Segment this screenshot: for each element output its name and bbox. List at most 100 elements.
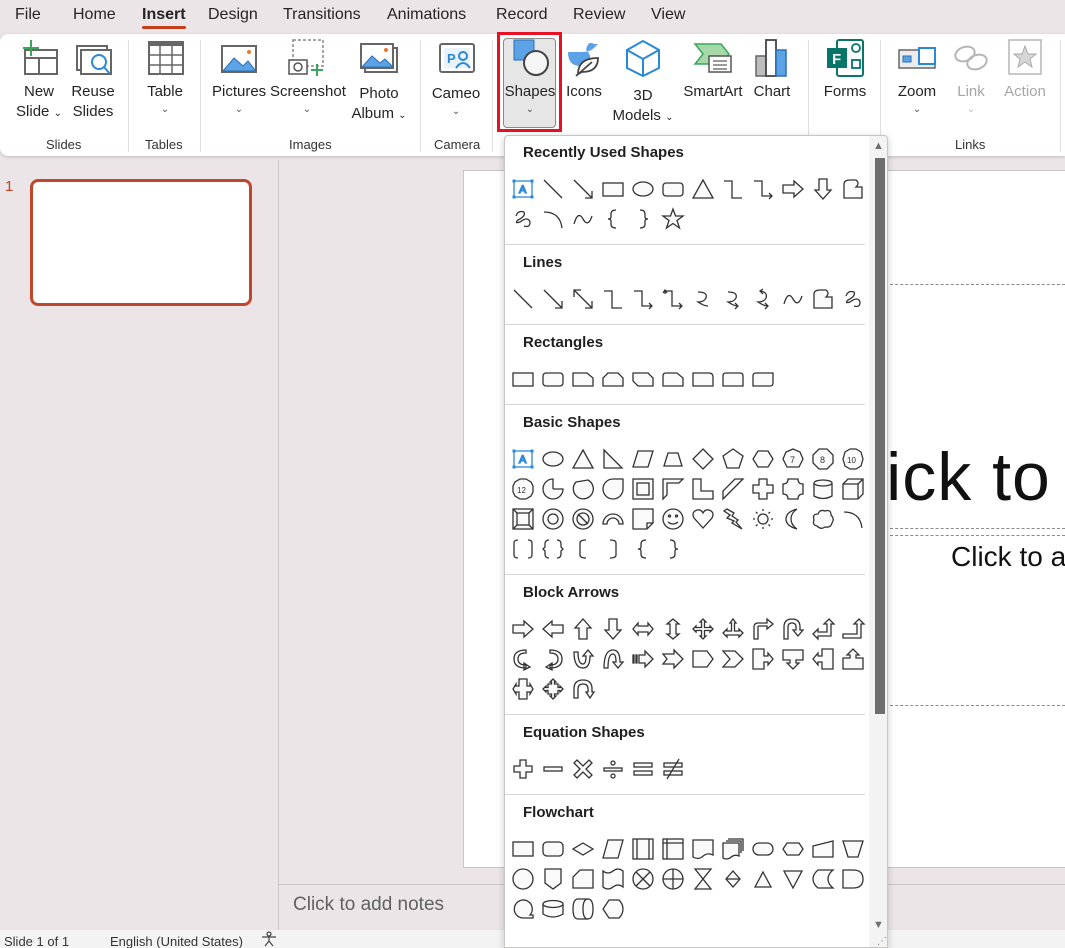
shape-curved-connector[interactable] [688,284,718,314]
shape-sort[interactable] [718,864,748,894]
shape-card[interactable] [568,864,598,894]
shape-multidocument[interactable] [718,834,748,864]
shape-freeform-shape[interactable] [808,284,838,314]
shape-octagon[interactable]: 8 [808,444,838,474]
slide-thumbnail[interactable] [30,179,252,306]
shape-not-equal[interactable] [658,754,688,784]
language-status[interactable]: English (United States) [110,934,243,948]
tab-file[interactable]: File [15,6,41,24]
shape-arc[interactable] [538,204,568,234]
shape-rectangle[interactable] [508,364,538,394]
shape-down-arrow-callout[interactable] [778,644,808,674]
pane-divider[interactable] [278,160,279,930]
shape-magnetic-disk[interactable] [538,894,568,924]
shape-stored-data[interactable] [808,864,838,894]
shape-display[interactable] [598,894,628,924]
shape-left-brace[interactable] [628,534,658,564]
shape-scribble[interactable] [838,284,868,314]
shape-left-up-arrow[interactable] [808,614,838,644]
shape-text-box[interactable]: A [508,174,538,204]
shape-connector[interactable] [508,864,538,894]
shape-decagon[interactable]: 10 [838,444,868,474]
new-slide-button[interactable]: New Slide ⌄ [14,38,64,124]
shape-diamond[interactable] [688,444,718,474]
smartart-button[interactable]: SmartArt [680,38,746,102]
shape-dodecagon[interactable]: 12 [508,474,538,504]
tab-insert[interactable]: Insert [142,6,186,29]
shape-curved-double-arrow-connector[interactable] [748,284,778,314]
shape-collate[interactable] [688,864,718,894]
tab-design[interactable]: Design [208,6,258,24]
shape-isosceles-triangle[interactable] [688,174,718,204]
notes-input[interactable]: Click to add notes [293,894,444,916]
scroll-up-icon[interactable]: ▲ [873,140,884,152]
shape-round-diagonal[interactable] [748,364,778,394]
shape-elbow-arrow-connector[interactable] [628,284,658,314]
shape-chord[interactable] [568,474,598,504]
shape-merge[interactable] [778,864,808,894]
shape-right-bracket[interactable] [598,534,628,564]
shape-quad-arrow-callout[interactable] [538,674,568,704]
shape-up-arrow-callout[interactable] [838,644,868,674]
shape-up-down-arrow[interactable] [658,614,688,644]
shape-cross[interactable] [748,474,778,504]
shape-summing-junction[interactable] [628,864,658,894]
gallery-scrollbar[interactable]: ▲ ▼ ⋰ [869,136,887,947]
shape-diagonal-stripe[interactable] [718,474,748,504]
shape-chevron[interactable] [718,644,748,674]
tab-review[interactable]: Review [573,6,625,24]
subtitle-placeholder[interactable]: Click to a [951,541,1065,573]
shape-isosceles-triangle[interactable] [568,444,598,474]
shape-round-same-side[interactable] [718,364,748,394]
shape-text-box[interactable]: A [508,444,538,474]
shape-delay[interactable] [838,864,868,894]
shape-predefined-process[interactable] [628,834,658,864]
shape-manual-operation[interactable] [838,834,868,864]
shape-rounded-rectangle[interactable] [538,364,568,394]
shape-extract[interactable] [748,864,778,894]
forms-button[interactable]: F Forms [818,38,872,102]
shape-arc[interactable] [838,504,868,534]
shape-curved-left-arrow[interactable] [538,644,568,674]
shape-can[interactable] [808,474,838,504]
shape-left-brace[interactable] [598,204,628,234]
shape-minus[interactable] [538,754,568,784]
shape-manual-input[interactable] [808,834,838,864]
shape-plaque[interactable] [778,474,808,504]
shape-right-arrow[interactable] [778,174,808,204]
shape-plus[interactable] [508,754,538,784]
shape-snip-single-corner[interactable] [568,364,598,394]
tab-transitions[interactable]: Transitions [283,6,361,24]
shape-scribble[interactable] [508,204,538,234]
shape-pie[interactable] [538,474,568,504]
shape-oval[interactable] [628,174,658,204]
shape-bent-up-arrow[interactable] [838,614,868,644]
reuse-slides-button[interactable]: Reuse Slides [70,38,116,122]
shape-down-arrow[interactable] [808,174,838,204]
shape-block-arc[interactable] [598,504,628,534]
cameo-button[interactable]: P Cameo ⌄ [430,38,482,118]
shape-lightning-bolt[interactable] [718,504,748,534]
photo-album-button[interactable]: Photo Album ⌄ [350,38,408,126]
shape-curve[interactable] [778,284,808,314]
shape-up-arrow[interactable] [568,614,598,644]
shape-heptagon[interactable]: 7 [778,444,808,474]
tab-record[interactable]: Record [496,6,548,24]
shape-equal[interactable] [628,754,658,784]
tab-view[interactable]: View [651,6,685,24]
shape-elbow-connector[interactable] [718,174,748,204]
3d-models-button[interactable]: 3D Models ⌄ [612,38,674,128]
shape-round-single-corner[interactable] [688,364,718,394]
shape-line-arrow[interactable] [568,174,598,204]
chart-button[interactable]: Chart [750,38,794,102]
shape-document[interactable] [688,834,718,864]
shape-star-5-point[interactable] [658,204,688,234]
shape-moon[interactable] [778,504,808,534]
shape-right-brace[interactable] [658,534,688,564]
shape-curved-up-arrow[interactable] [568,644,598,674]
scroll-down-icon[interactable]: ▼ [873,919,884,931]
shape-half-frame[interactable] [658,474,688,504]
shape-hexagon[interactable] [748,444,778,474]
title-placeholder[interactable]: lick to [870,438,1051,516]
shape-elbow-double-arrow-connector[interactable] [658,284,688,314]
